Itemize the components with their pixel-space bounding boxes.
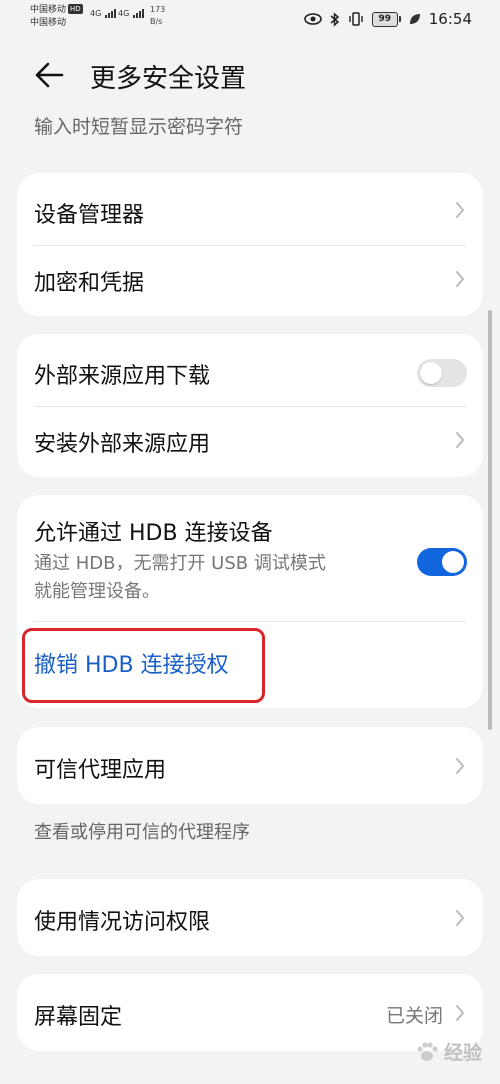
hdb-toggle[interactable]: [417, 548, 467, 576]
network-type-2: 4G: [118, 9, 130, 18]
baidu-jingyan-watermark: 经验: [416, 1038, 482, 1065]
hdb-description: 通过 HDB，无需打开 USB 调试模式 就能管理设备。: [34, 550, 326, 606]
screen-pinning-label: 屏幕固定: [34, 1005, 123, 1030]
battery-icon: 99: [371, 11, 401, 27]
install-external-row[interactable]: 安装外部来源应用: [17, 406, 483, 477]
chevron-right-icon: [456, 758, 465, 774]
install-external-label: 安装外部来源应用: [34, 432, 211, 457]
carrier-info: 中国移动 HD 中国移动: [30, 4, 83, 30]
battery-level: 99: [371, 11, 398, 27]
annotation-highlight-box: [22, 628, 265, 703]
screen-pinning-row[interactable]: 屏幕固定 已关闭: [17, 974, 483, 1051]
card-device-security: 设备管理器 加密和凭据: [17, 173, 483, 316]
vibrate-icon: [349, 12, 363, 26]
leaf-icon: [409, 14, 420, 24]
trusted-agents-note: 查看或停用可信的代理程序: [34, 822, 250, 843]
chevron-right-icon: [456, 910, 465, 926]
network-speed: 173 B/s: [150, 4, 165, 28]
hdb-connection-label: 允许通过 HDB 连接设备: [34, 521, 273, 546]
encryption-credentials-row[interactable]: 加密和凭据: [17, 245, 483, 316]
screen-pinning-value: 已关闭: [385, 1005, 443, 1027]
eye-icon: [303, 13, 322, 25]
encryption-credentials-label: 加密和凭据: [34, 271, 145, 296]
trusted-agents-row[interactable]: 可信代理应用: [17, 727, 483, 804]
hd-badge: HD: [68, 4, 83, 14]
bluetooth-icon: [330, 11, 339, 27]
card-usage-access: 使用情况访问权限: [17, 879, 483, 956]
card-screen-pinning: 屏幕固定 已关闭: [17, 974, 483, 1051]
chevron-right-icon: [456, 202, 465, 218]
card-trusted-agents: 可信代理应用: [17, 727, 483, 804]
paw-logo-icon: [417, 1041, 438, 1061]
trusted-agents-label: 可信代理应用: [34, 758, 167, 783]
watermark-text: 经验: [443, 1042, 482, 1064]
hdb-connection-row[interactable]: 允许通过 HDB 连接设备 通过 HDB，无需打开 USB 调试模式 就能管理设…: [17, 495, 483, 621]
usage-access-row[interactable]: 使用情况访问权限: [17, 879, 483, 956]
page-title: 更多安全设置: [90, 64, 247, 94]
status-icons: 99 16:54: [303, 10, 472, 28]
carrier-2: 中国移动: [30, 18, 67, 28]
scrollbar[interactable]: [488, 310, 492, 730]
speed-value: 173: [150, 5, 166, 14]
external-download-label: 外部来源应用下载: [34, 364, 211, 389]
device-manager-label: 设备管理器: [34, 203, 145, 228]
show-password-chars-setting[interactable]: 输入时短暂显示密码字符: [34, 112, 243, 139]
external-download-toggle[interactable]: [417, 359, 467, 387]
status-bar: 中国移动 HD 中国移动 4G 4G 173 B/s 99 16:54: [0, 0, 500, 40]
signal-icon-2: 4G: [118, 8, 147, 18]
usage-access-label: 使用情况访问权限: [34, 910, 211, 935]
hdb-desc-line1: 通过 HDB，无需打开 USB 调试模式: [34, 553, 326, 574]
chevron-right-icon: [456, 271, 465, 287]
device-manager-row[interactable]: 设备管理器: [17, 173, 483, 245]
signal-icon-1: 4G: [90, 8, 119, 18]
speed-unit: B/s: [150, 17, 163, 26]
chevron-right-icon: [456, 432, 465, 448]
back-arrow-icon[interactable]: [34, 60, 68, 90]
hdb-desc-line2: 就能管理设备。: [34, 581, 160, 602]
card-external-sources: 外部来源应用下载 安装外部来源应用: [17, 334, 483, 477]
carrier-1: 中国移动: [30, 5, 67, 15]
network-type-1: 4G: [90, 9, 102, 18]
clock: 16:54: [428, 10, 472, 28]
external-download-row[interactable]: 外部来源应用下载: [17, 334, 483, 406]
chevron-right-icon: [456, 1005, 465, 1021]
